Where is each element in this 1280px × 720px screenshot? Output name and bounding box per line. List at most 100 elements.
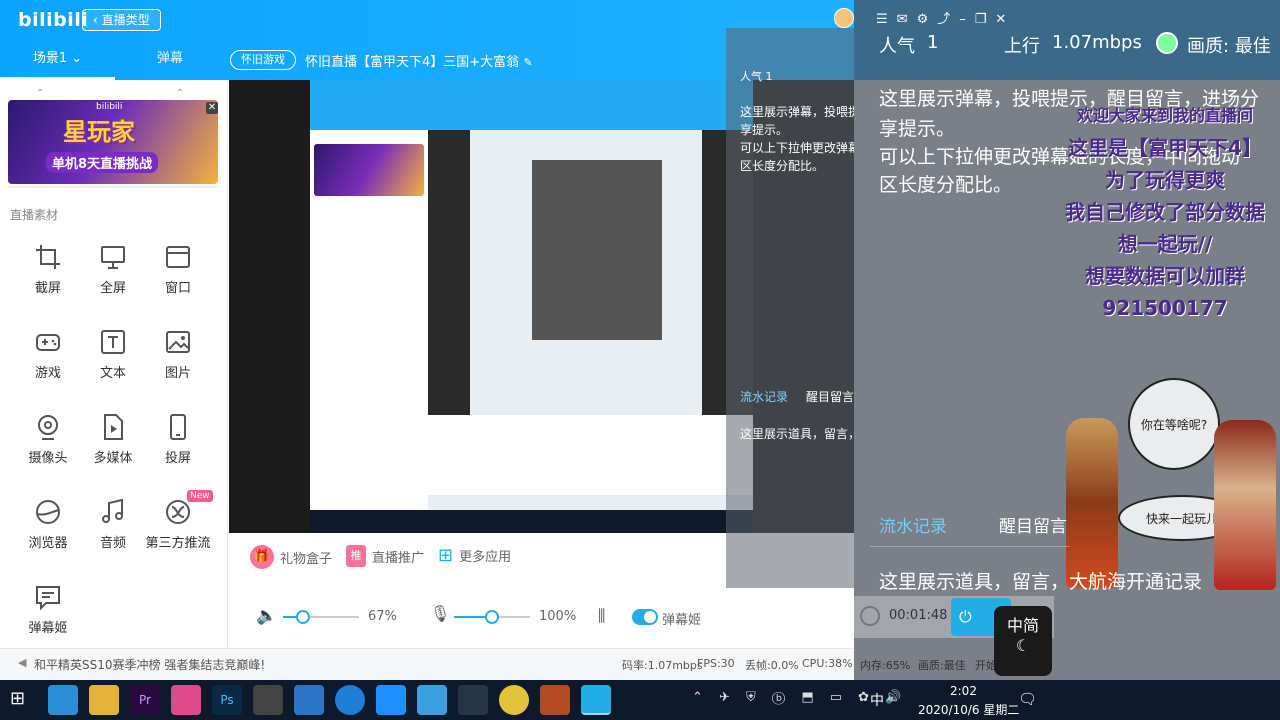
taskbar-clock[interactable]: 2:02 [950,684,977,698]
speaker-volume-value: 67% [368,609,397,624]
tool-game[interactable]: 游戏 [13,328,83,381]
nested-preview-inner2 [532,160,662,340]
taskbar-app-premiere[interactable]: Pr [130,685,160,715]
music-icon [102,498,123,523]
mixer-icon[interactable]: ⫼ [598,606,605,626]
record-icon[interactable] [860,606,880,626]
tool-danmaku[interactable]: 弹幕姬 [13,583,83,636]
close-icon[interactable]: ✕ [206,102,218,114]
bubble-text: 你在等啥呢? [1140,417,1208,432]
mail-icon[interactable]: ✉ [897,12,917,27]
gear-icon[interactable]: ⚙ [917,12,938,27]
tab-scene1[interactable]: 场景1 ⌄ [0,40,115,80]
banner-next-icon[interactable]: ⌃ [176,88,184,99]
mic-slider-knob[interactable] [485,610,499,624]
taskbar-app-calculator[interactable] [253,685,283,715]
info-line-4: 区长度分配比。 [879,174,1013,196]
ticker-text[interactable]: 和平精英SS10赛季冲榜 强者集结志竞巅峰! [34,656,265,673]
tool-media[interactable]: 多媒体 [78,413,148,466]
taskbar-app-pen[interactable] [376,685,406,715]
character-sprite-left [1066,418,1118,588]
taskbar-app-browser[interactable] [335,685,365,715]
speaker-icon[interactable]: 🔈 [256,606,277,626]
more-apps-button[interactable]: ⊞ 更多应用 [438,545,511,566]
menu-icon[interactable]: ☰ [876,12,897,27]
tool-fullscreen[interactable]: 全屏 [78,243,148,296]
banner-line: 为了玩得更爽 [1105,168,1225,192]
character-sprite-right [1214,420,1276,590]
tool-label: 第三方推流 [145,536,211,551]
room-title-text: 怀旧直播【富甲天下4】三国+大富翁 [305,55,520,70]
tool-audio[interactable]: 音频 [78,498,148,551]
room-title[interactable]: 怀旧直播【富甲天下4】三国+大富翁 ✎ [305,51,533,70]
window-icon [166,246,190,268]
promote-button[interactable]: 推 直播推广 [346,545,424,567]
gamepad-icon [36,334,60,351]
taskbar-app-media[interactable] [171,685,201,715]
info-line-2: 享提示。 [879,118,956,140]
tool-camera[interactable]: 摄像头 [13,413,83,466]
tool-label: 摄像头 [28,451,68,466]
microphone-icon[interactable]: 🎙 [430,604,450,623]
mini-tab-records[interactable]: 流水记录 [740,388,788,405]
bilibili-logo: bilibili [18,9,89,31]
tab-danmu[interactable]: 弹幕 [135,40,205,80]
nested-topbar [310,80,753,130]
taskbar-app-game2[interactable] [499,685,529,715]
minimize-icon[interactable]: – [959,12,975,27]
stream-banner: 欢迎大家来到我的直播间 这里是【富甲天下4】 为了玩得更爽 我自己修改了部分数据… [1052,100,1278,324]
taskbar-app-photoshop[interactable]: Ps [212,685,242,715]
taskbar-app-settings[interactable] [294,685,324,715]
taskbar-date[interactable]: 2020/10/6 星期二 [918,701,1019,718]
taskbar-app-bilibili[interactable] [581,685,611,715]
tool-text[interactable]: 文本 [78,328,148,381]
taskbar-app-search[interactable] [48,685,78,715]
taskbar-app-game3[interactable] [540,685,570,715]
browser-icon [36,500,60,524]
category-badge[interactable]: 怀旧游戏 [230,50,296,70]
dropped-frames-stat: 丢帧:0.0% [745,659,799,672]
tab-messages[interactable]: 醒目留言 [999,512,1067,537]
banner-line: 我自己修改了部分数据 [1065,200,1265,224]
banner-title: 星玩家 [63,118,135,146]
ime-tray[interactable]: 中 [870,690,884,710]
restore-icon[interactable]: ❐ [975,12,996,27]
notification-icon[interactable]: 🗨 [1018,690,1037,708]
user-avatar[interactable] [834,8,854,28]
banner-line: 欢迎大家来到我的直播间 [1076,106,1253,125]
mic-volume-slider[interactable] [454,610,530,624]
tool-cast[interactable]: 投屏 [143,413,213,466]
banner-brand: bilibili [96,102,123,112]
danmaku-toggle[interactable] [632,609,658,625]
back-live-type-button[interactable]: ‹ 直播类型 [82,9,161,31]
speaker-slider-knob[interactable] [296,610,310,624]
nested-taskbar [310,510,753,533]
tool-third-party-stream[interactable]: 第三方推流 [143,498,213,551]
speaker-volume-slider[interactable] [283,610,359,624]
gift-box-button[interactable]: 🎁 礼物盒子 [250,545,332,569]
share-icon[interactable]: ⤴ [937,12,959,27]
taskbar-app-explorer[interactable] [89,685,119,715]
banner-line: 想要数据可以加群 [1085,264,1245,288]
tool-browser[interactable]: 浏览器 [13,498,83,551]
tab-records[interactable]: 流水记录 [879,512,947,537]
cpu-stat: CPU:38% [802,657,853,670]
taskbar-app-game1[interactable] [458,685,488,715]
mini-tab-messages[interactable]: 醒目留言 [806,388,854,405]
tool-crop[interactable]: 截屏 [13,243,83,296]
start-icon[interactable]: ⊞ [10,688,25,709]
image-icon [166,331,190,353]
edit-icon[interactable]: ✎ [523,56,532,69]
close-icon[interactable]: ✕ [995,12,1015,27]
text-icon [101,330,125,354]
tool-label: 截屏 [34,281,61,296]
window-controls: ☰✉⚙⤴–❐✕ [876,8,1015,27]
banner-prev-icon[interactable]: ⌃ [36,88,44,99]
tool-image[interactable]: 图片 [143,328,213,381]
tool-window[interactable]: 窗口 [143,243,213,296]
stream-icon [166,500,190,524]
tool-label: 浏览器 [28,536,68,551]
promo-banner[interactable]: bilibili 星玩家 单机8天直播挑战 [8,100,218,184]
ime-indicator[interactable]: 中简 ☾ [994,606,1052,676]
taskbar-app-mail[interactable] [417,685,447,715]
